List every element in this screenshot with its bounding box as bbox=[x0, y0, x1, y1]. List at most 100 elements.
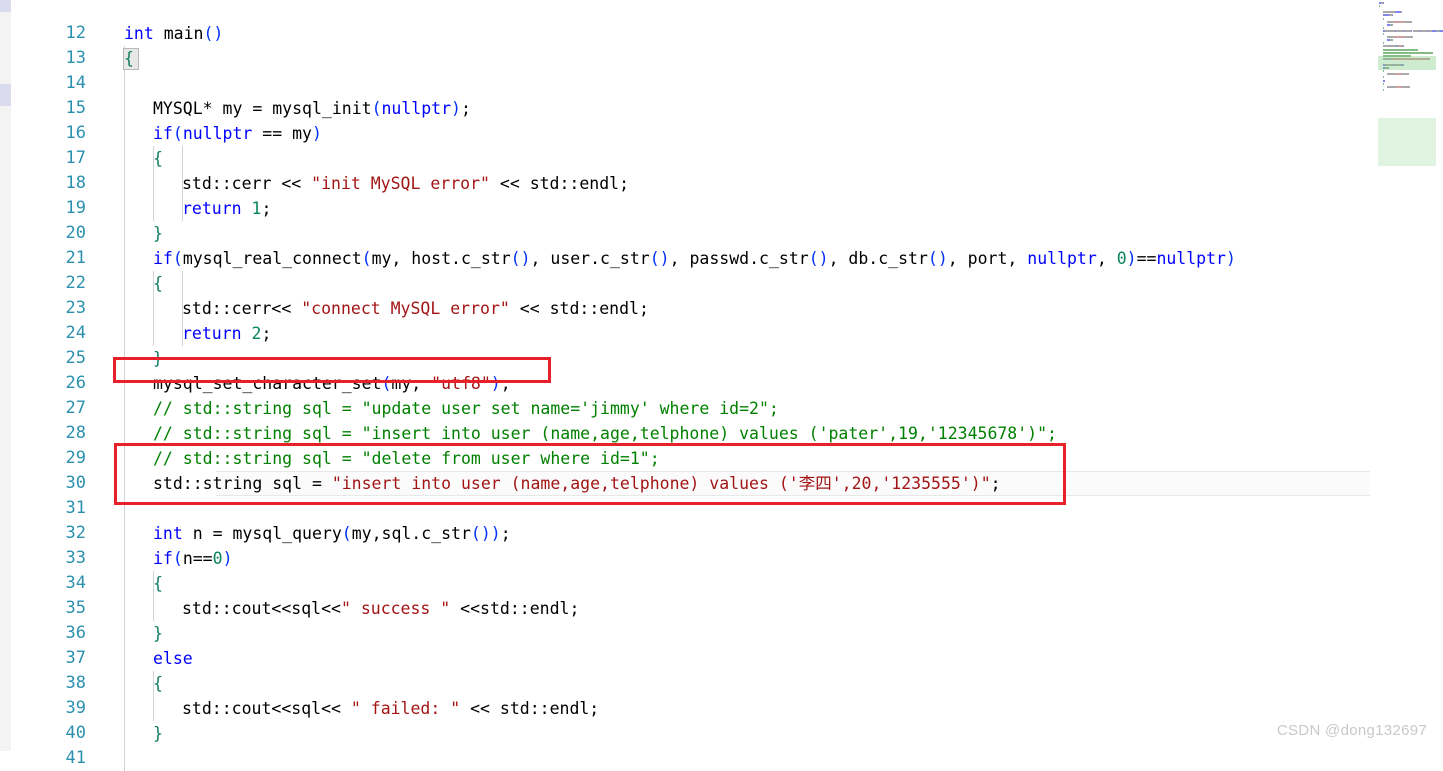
code-token: } bbox=[153, 724, 163, 743]
code-token: MYSQL bbox=[153, 99, 203, 118]
code-line-text[interactable]: return 2; bbox=[182, 321, 271, 346]
code-line-text[interactable]: std::cerr<< "connect MySQL error" << std… bbox=[182, 296, 649, 321]
code-line[interactable]: 37 else bbox=[0, 646, 1443, 671]
code-line-text[interactable]: if(mysql_real_connect(my, host.c_str(), … bbox=[153, 246, 1236, 271]
line-number: 13 bbox=[65, 48, 86, 68]
code-line[interactable]: 12 int main() bbox=[0, 21, 1443, 46]
code-line-text[interactable]: // std::string sql = "delete from user w… bbox=[153, 446, 660, 471]
code-line-text[interactable]: int main() bbox=[124, 21, 223, 46]
code-line[interactable]: 28 // std::string sql = "insert into user… bbox=[0, 421, 1443, 446]
code-line[interactable]: 25} bbox=[0, 346, 1443, 371]
code-line-text[interactable]: { bbox=[153, 671, 163, 696]
code-line-text[interactable]: std::cerr << "init MySQL error" << std::… bbox=[182, 171, 629, 196]
code-token: ( bbox=[172, 549, 183, 568]
code-line[interactable]: 29 // std::string sql = "delete from user… bbox=[0, 446, 1443, 471]
minimap-line bbox=[1383, 70, 1384, 73]
code-token: { bbox=[153, 674, 163, 693]
code-token: if bbox=[153, 249, 173, 268]
code-line[interactable]: 32 int n = mysql_query(my,sql.c_str()); bbox=[0, 521, 1443, 546]
code-line[interactable]: 33 if(n==0) bbox=[0, 546, 1443, 571]
code-line[interactable]: 38 { bbox=[0, 671, 1443, 696]
code-line[interactable]: 26 mysql_set_character_set(my, "utf8"); bbox=[0, 371, 1443, 396]
code-token: ) bbox=[311, 124, 322, 143]
code-token: == my bbox=[252, 124, 312, 143]
overview-marker-1[interactable] bbox=[0, 0, 11, 12]
code-line[interactable]: 15 MYSQL* my = mysql_init(nullptr); bbox=[0, 96, 1443, 121]
code-token: // std::string sql = "delete from user w… bbox=[153, 449, 660, 468]
line-number: 12 bbox=[65, 23, 86, 43]
code-line-text[interactable]: return 1; bbox=[182, 196, 271, 221]
code-editor[interactable]: 12 int main() 13{14 15 MYSQL* my = mysql_ini… bbox=[0, 0, 1443, 771]
code-line[interactable]: 30 std::string sql = "insert into user (n… bbox=[0, 471, 1443, 496]
code-line[interactable]: 27 // std::string sql = "update user set … bbox=[0, 396, 1443, 421]
code-token: { bbox=[153, 574, 163, 593]
code-line[interactable]: 17 { bbox=[0, 146, 1443, 171]
code-token: ; bbox=[500, 374, 511, 393]
line-number: 26 bbox=[65, 373, 86, 393]
code-line[interactable]: 24 return 2; bbox=[0, 321, 1443, 346]
code-token: int bbox=[124, 24, 164, 43]
code-line-text[interactable]: std::cout<<sql<< " failed: " << std::end… bbox=[182, 696, 599, 721]
code-line[interactable]: 21 if(mysql_real_connect(my, host.c_str()… bbox=[0, 246, 1443, 271]
code-line[interactable]: 23 std::cerr<< "connect MySQL error" << s… bbox=[0, 296, 1443, 321]
code-line-text[interactable]: } bbox=[153, 721, 163, 746]
code-line-text[interactable]: { bbox=[124, 46, 134, 71]
code-token: my,sql.c_str bbox=[351, 524, 471, 543]
code-token: std::cerr<< bbox=[182, 299, 302, 318]
code-line[interactable]: 31 bbox=[0, 496, 1443, 521]
code-token: "init MySQL error" bbox=[311, 174, 490, 193]
code-token: mysql_init bbox=[272, 99, 372, 118]
minimap-line bbox=[1385, 29, 1395, 32]
code-token: ; bbox=[261, 199, 272, 218]
code-line[interactable]: 16 if(nullptr == my) bbox=[0, 121, 1443, 146]
code-line-text[interactable]: std::cout<<sql<<" success " <<std::endl; bbox=[182, 596, 579, 621]
minimap-line bbox=[1379, 5, 1380, 8]
code-line-text[interactable]: { bbox=[153, 271, 163, 296]
code-token: () bbox=[927, 249, 948, 268]
line-number: 39 bbox=[65, 698, 86, 718]
code-line[interactable]: 36} bbox=[0, 621, 1443, 646]
code-line[interactable]: 40} bbox=[0, 721, 1443, 746]
minimap[interactable] bbox=[1370, 0, 1443, 751]
code-token: () bbox=[203, 24, 224, 43]
code-line[interactable]: 34 { bbox=[0, 571, 1443, 596]
code-line[interactable]: 41 bbox=[0, 746, 1443, 771]
code-line-text[interactable]: mysql_set_character_set(my, "utf8"); bbox=[153, 371, 511, 396]
line-number: 21 bbox=[65, 248, 86, 268]
line-number: 19 bbox=[65, 198, 86, 218]
code-line[interactable]: 22 { bbox=[0, 271, 1443, 296]
code-token: ( bbox=[381, 374, 392, 393]
code-line-text[interactable]: std::string sql = "insert into user (nam… bbox=[153, 471, 1001, 496]
minimap-line bbox=[1383, 17, 1384, 20]
minimap-line bbox=[1402, 85, 1411, 88]
code-line[interactable]: 14 bbox=[0, 71, 1443, 96]
code-token: ( bbox=[172, 124, 183, 143]
code-line-text[interactable]: else bbox=[153, 646, 193, 671]
code-token: { bbox=[124, 49, 134, 68]
code-line-text[interactable]: } bbox=[153, 621, 163, 646]
code-line-text[interactable]: { bbox=[153, 146, 163, 171]
code-line-text[interactable]: // std::string sql = "insert into user (… bbox=[153, 421, 1057, 446]
minimap-line bbox=[1401, 73, 1409, 76]
code-line[interactable]: 19 return 1; bbox=[0, 196, 1443, 221]
code-line-text[interactable]: // std::string sql = "update user set na… bbox=[153, 396, 779, 421]
code-token: main bbox=[163, 24, 204, 43]
code-line-text[interactable]: int n = mysql_query(my,sql.c_str()); bbox=[153, 521, 511, 546]
code-line-text[interactable]: } bbox=[153, 221, 163, 246]
code-token: } bbox=[153, 624, 163, 643]
code-line-text[interactable]: if(nullptr == my) bbox=[153, 121, 322, 146]
code-line[interactable]: 18 std::cerr << "init MySQL error" << std… bbox=[0, 171, 1443, 196]
code-token: ( bbox=[371, 99, 382, 118]
minimap-line bbox=[1383, 51, 1434, 54]
code-line[interactable]: 39 std::cout<<sql<< " failed: " << std::e… bbox=[0, 696, 1443, 721]
code-line[interactable]: 35 std::cout<<sql<<" success " <<std::end… bbox=[0, 596, 1443, 621]
code-line-text[interactable]: { bbox=[153, 571, 163, 596]
minimap-line bbox=[1392, 39, 1394, 42]
code-line-text[interactable]: MYSQL* my = mysql_init(nullptr); bbox=[153, 96, 471, 121]
code-token: 0 bbox=[1116, 249, 1127, 268]
code-line-text[interactable]: if(n==0) bbox=[153, 546, 233, 571]
code-line[interactable]: 13 { bbox=[0, 46, 1443, 71]
code-line-text[interactable]: } bbox=[153, 346, 163, 371]
code-line[interactable]: 20} bbox=[0, 221, 1443, 246]
line-number: 14 bbox=[65, 73, 86, 93]
